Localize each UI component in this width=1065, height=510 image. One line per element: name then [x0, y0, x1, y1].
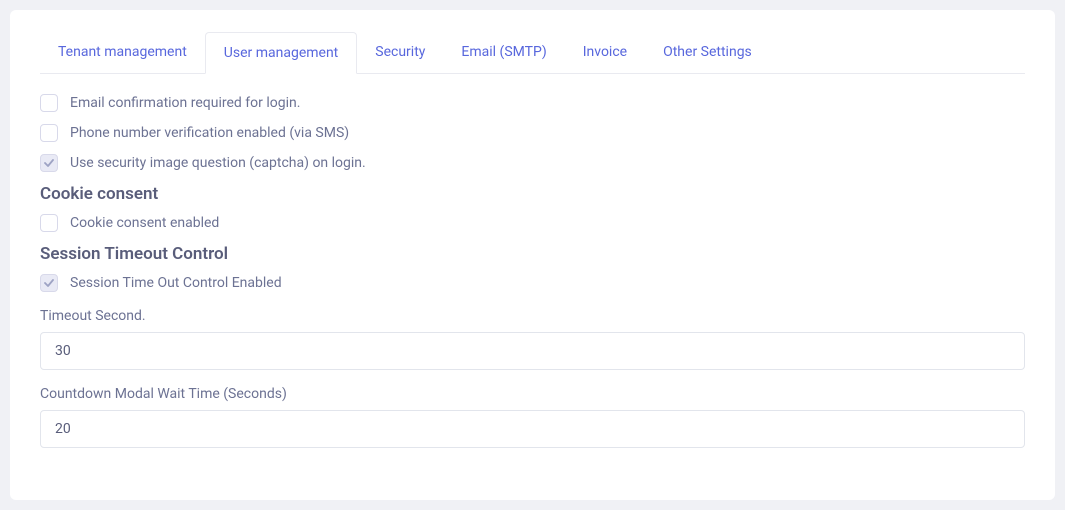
checkbox-captcha[interactable]	[40, 154, 58, 172]
check-icon	[44, 278, 54, 288]
checkbox-label-cookie-consent: Cookie consent enabled	[70, 215, 219, 231]
checkbox-cookie-consent[interactable]	[40, 214, 58, 232]
tab-tenant-management[interactable]: Tenant management	[40, 32, 205, 73]
checkbox-row-phone-verify: Phone number verification enabled (via S…	[40, 124, 1025, 142]
checkbox-label-email-confirm: Email confirmation required for login.	[70, 95, 300, 111]
heading-cookie-consent: Cookie consent	[40, 184, 1025, 204]
field-group-timeout-second: Timeout Second.	[40, 308, 1025, 370]
heading-session-timeout: Session Timeout Control	[40, 244, 1025, 264]
checkbox-session-timeout[interactable]	[40, 274, 58, 292]
checkbox-label-session-timeout: Session Time Out Control Enabled	[70, 275, 282, 291]
checkbox-row-session-timeout: Session Time Out Control Enabled	[40, 274, 1025, 292]
tab-security[interactable]: Security	[357, 32, 443, 73]
tab-invoice[interactable]: Invoice	[565, 32, 645, 73]
checkbox-row-email-confirm: Email confirmation required for login.	[40, 94, 1025, 112]
tabs-bar: Tenant management User management Securi…	[40, 32, 1025, 74]
checkbox-label-captcha: Use security image question (captcha) on…	[70, 155, 366, 171]
checkbox-label-phone-verify: Phone number verification enabled (via S…	[70, 125, 349, 141]
checkbox-row-captcha: Use security image question (captcha) on…	[40, 154, 1025, 172]
input-countdown-wait[interactable]	[40, 410, 1025, 448]
checkbox-row-cookie-consent: Cookie consent enabled	[40, 214, 1025, 232]
tab-other-settings[interactable]: Other Settings	[645, 32, 770, 73]
checkbox-phone-verify[interactable]	[40, 124, 58, 142]
tab-email-smtp[interactable]: Email (SMTP)	[443, 32, 564, 73]
field-group-countdown-wait: Countdown Modal Wait Time (Seconds)	[40, 386, 1025, 448]
checkbox-email-confirm[interactable]	[40, 94, 58, 112]
label-timeout-second: Timeout Second.	[40, 308, 1025, 324]
label-countdown-wait: Countdown Modal Wait Time (Seconds)	[40, 386, 1025, 402]
tab-user-management[interactable]: User management	[205, 32, 357, 74]
check-icon	[44, 158, 54, 168]
settings-card: Tenant management User management Securi…	[10, 10, 1055, 500]
input-timeout-second[interactable]	[40, 332, 1025, 370]
